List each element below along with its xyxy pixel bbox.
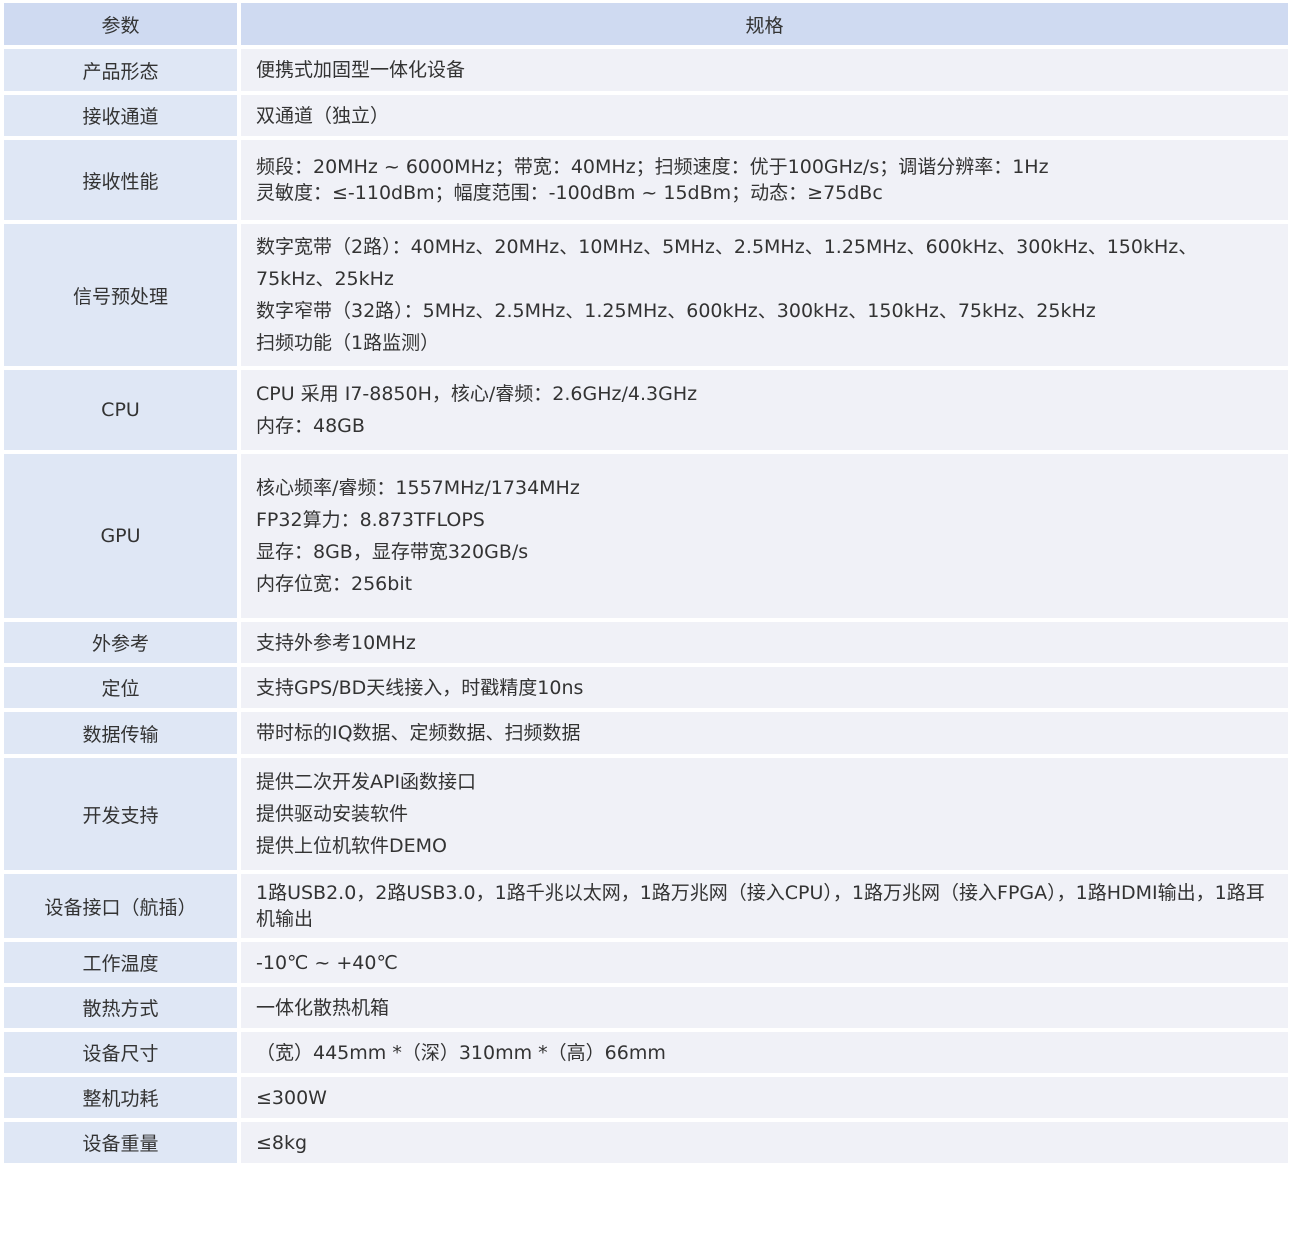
param-cell-gpu: GPU <box>4 454 241 622</box>
table-row: 整机功耗 ≤300W <box>4 1077 1288 1122</box>
param-cell-cooling-method: 散热方式 <box>4 987 241 1032</box>
spec-lines: ≤300W <box>256 1082 1270 1114</box>
spec-line: 支持外参考10MHz <box>256 631 416 654</box>
spec-table-body: 产品形态 便携式加固型一体化设备 接收通道 双通道（独立） 接收性能 频段：20MHz ~… <box>4 49 1288 1167</box>
spec-cell-cpu: CPU 采用 I7-8850H，核心/睿频：2.6GHz/4.3GHz 内存：48… <box>241 370 1288 454</box>
spec-line: 提供上位机软件DEMO <box>256 835 447 857</box>
spec-line: 频段：20MHz ~ 6000MHz；带宽：40MHz；扫频速度：优于100GH… <box>256 156 1049 178</box>
spec-line: 显存：8GB，显存带宽320GB/s <box>256 541 529 563</box>
spec-cell-device-weight: ≤8kg <box>241 1122 1288 1167</box>
spec-cell-receive-channel: 双通道（独立） <box>241 95 1288 140</box>
spec-cell-cooling-method: 一体化散热机箱 <box>241 987 1288 1032</box>
table-row: 数据传输 带时标的IQ数据、定频数据、扫频数据 <box>4 712 1288 758</box>
table-row: GPU 核心频率/睿频：1557MHz/1734MHz FP32算力：8.873TF… <box>4 454 1288 622</box>
spec-line: 双通道（独立） <box>256 104 390 127</box>
table-row: 信号预处理 数字宽带（2路）：40MHz、20MHz、10MHz、5MHz、2.5… <box>4 224 1288 370</box>
spec-line: 带时标的IQ数据、定频数据、扫频数据 <box>256 722 581 744</box>
spec-header: 规格 <box>241 3 1288 49</box>
spec-cell-power-consumption: ≤300W <box>241 1077 1288 1122</box>
spec-line: 灵敏度：≤-110dBm；幅度范围：-100dBm ~ 15dBm；动态：≥75… <box>256 182 883 204</box>
spec-line: 一体化散热机箱 <box>256 996 390 1019</box>
spec-line: 提供二次开发API函数接口 <box>256 771 477 793</box>
spec-line: （宽）445mm *（深）310mm *（高）66mm <box>256 1041 666 1064</box>
table-header-row: 参数 规格 <box>4 3 1288 49</box>
spec-lines: （宽）445mm *（深）310mm *（高）66mm <box>256 1037 1270 1069</box>
spec-line: CPU 采用 I7-8850H，核心/睿频：2.6GHz/4.3GHz <box>256 383 698 405</box>
spec-cell-receive-performance: 频段：20MHz ~ 6000MHz；带宽：40MHz；扫频速度：优于100GH… <box>241 140 1288 224</box>
spec-lines: 频段：20MHz ~ 6000MHz；带宽：40MHz；扫频速度：优于100GH… <box>256 154 1270 206</box>
spec-line: 扫频功能（1路监测） <box>256 332 440 354</box>
spec-line: 提供驱动安装软件 <box>256 803 409 825</box>
spec-lines: 双通道（独立） <box>256 100 1270 132</box>
spec-cell-device-size: （宽）445mm *（深）310mm *（高）66mm <box>241 1032 1288 1077</box>
spec-cell-data-transfer: 带时标的IQ数据、定频数据、扫频数据 <box>241 712 1288 758</box>
param-cell-external-reference: 外参考 <box>4 622 241 667</box>
spec-line: -10℃ ~ +40℃ <box>256 951 398 974</box>
param-cell-data-transfer: 数据传输 <box>4 712 241 758</box>
spec-lines: 数字宽带（2路）：40MHz、20MHz、10MHz、5MHz、2.5MHz、1… <box>256 231 1270 359</box>
param-cell-device-size: 设备尺寸 <box>4 1032 241 1077</box>
spec-line: 核心频率/睿频：1557MHz/1734MHz <box>256 477 580 499</box>
table-row: CPU CPU 采用 I7-8850H，核心/睿频：2.6GHz/4.3GHz 内存… <box>4 370 1288 454</box>
param-cell-product-form: 产品形态 <box>4 49 241 95</box>
spec-cell-operating-temperature: -10℃ ~ +40℃ <box>241 942 1288 987</box>
param-cell-operating-temperature: 工作温度 <box>4 942 241 987</box>
table-row: 外参考 支持外参考10MHz <box>4 622 1288 667</box>
table-row: 定位 支持GPS/BD天线接入，时戳精度10ns <box>4 667 1288 712</box>
spec-cell-positioning: 支持GPS/BD天线接入，时戳精度10ns <box>241 667 1288 712</box>
spec-line: ≤300W <box>256 1086 327 1109</box>
table-row: 设备尺寸 （宽）445mm *（深）310mm *（高）66mm <box>4 1032 1288 1077</box>
spec-line: 支持GPS/BD天线接入，时戳精度10ns <box>256 676 584 699</box>
param-header: 参数 <box>4 3 241 49</box>
spec-line: 便携式加固型一体化设备 <box>256 59 466 81</box>
param-cell-device-weight: 设备重量 <box>4 1122 241 1167</box>
param-cell-receive-channel: 接收通道 <box>4 95 241 140</box>
table-row: 设备接口（航插） 1路USB2.0，2路USB3.0，1路千兆以太网，1路万兆网（… <box>4 874 1288 942</box>
spec-lines: 核心频率/睿频：1557MHz/1734MHz FP32算力：8.873TFLOP… <box>256 472 1270 600</box>
spec-line: 内存位宽：256bit <box>256 573 413 595</box>
spec-line: 数字窄带（32路）：5MHz、2.5MHz、1.25MHz、600kHz、300… <box>256 300 1096 322</box>
spec-lines: 支持外参考10MHz <box>256 627 1270 659</box>
spec-cell-gpu: 核心频率/睿频：1557MHz/1734MHz FP32算力：8.873TFLOP… <box>241 454 1288 622</box>
spec-lines: -10℃ ~ +40℃ <box>256 947 1270 979</box>
param-cell-dev-support: 开发支持 <box>4 758 241 874</box>
spec-cell-dev-support: 提供二次开发API函数接口 提供驱动安装软件提供上位机软件DEMO <box>241 758 1288 874</box>
spec-lines: 支持GPS/BD天线接入，时戳精度10ns <box>256 672 1270 704</box>
table-row: 散热方式 一体化散热机箱 <box>4 987 1288 1032</box>
spec-lines: 提供二次开发API函数接口 提供驱动安装软件提供上位机软件DEMO <box>256 766 1270 862</box>
param-cell-device-interface: 设备接口（航插） <box>4 874 241 942</box>
spec-line: 数字宽带（2路）：40MHz、20MHz、10MHz、5MHz、2.5MHz、1… <box>256 236 1198 290</box>
table-row: 工作温度 -10℃ ~ +40℃ <box>4 942 1288 987</box>
spec-lines: 1路USB2.0，2路USB3.0，1路千兆以太网，1路万兆网（接入CPU），1… <box>256 880 1270 932</box>
param-cell-cpu: CPU <box>4 370 241 454</box>
spec-lines: 便携式加固型一体化设备 <box>256 54 1270 86</box>
spec-line: ≤8kg <box>256 1131 308 1154</box>
param-cell-positioning: 定位 <box>4 667 241 712</box>
spec-lines: 一体化散热机箱 <box>256 992 1270 1024</box>
spec-cell-external-reference: 支持外参考10MHz <box>241 622 1288 667</box>
table-row: 产品形态 便携式加固型一体化设备 <box>4 49 1288 95</box>
table-row: 接收通道 双通道（独立） <box>4 95 1288 140</box>
table-row: 开发支持 提供二次开发API函数接口 提供驱动安装软件提供上位机软件DEMO <box>4 758 1288 874</box>
spec-cell-product-form: 便携式加固型一体化设备 <box>241 49 1288 95</box>
spec-lines: 带时标的IQ数据、定频数据、扫频数据 <box>256 717 1270 749</box>
spec-line: 内存：48GB <box>256 415 365 437</box>
spec-line: FP32算力：8.873TFLOPS <box>256 509 485 531</box>
spec-cell-device-interface: 1路USB2.0，2路USB3.0，1路千兆以太网，1路万兆网（接入CPU），1… <box>241 874 1288 942</box>
spec-line: 1路USB2.0，2路USB3.0，1路千兆以太网，1路万兆网（接入CPU），1… <box>256 882 1265 930</box>
param-cell-receive-performance: 接收性能 <box>4 140 241 224</box>
spec-cell-signal-preprocessing: 数字宽带（2路）：40MHz、20MHz、10MHz、5MHz、2.5MHz、1… <box>241 224 1288 370</box>
param-cell-power-consumption: 整机功耗 <box>4 1077 241 1122</box>
param-cell-signal-preprocessing: 信号预处理 <box>4 224 241 370</box>
table-row: 设备重量 ≤8kg <box>4 1122 1288 1167</box>
spec-table: 参数 规格 产品形态 便携式加固型一体化设备 接收通道 双通道（独立） 接收性能 频段：2… <box>4 3 1288 1167</box>
table-row: 接收性能 频段：20MHz ~ 6000MHz；带宽：40MHz；扫频速度：优于1… <box>4 140 1288 224</box>
spec-lines: CPU 采用 I7-8850H，核心/睿频：2.6GHz/4.3GHz 内存：48… <box>256 378 1270 442</box>
spec-lines: ≤8kg <box>256 1127 1270 1159</box>
